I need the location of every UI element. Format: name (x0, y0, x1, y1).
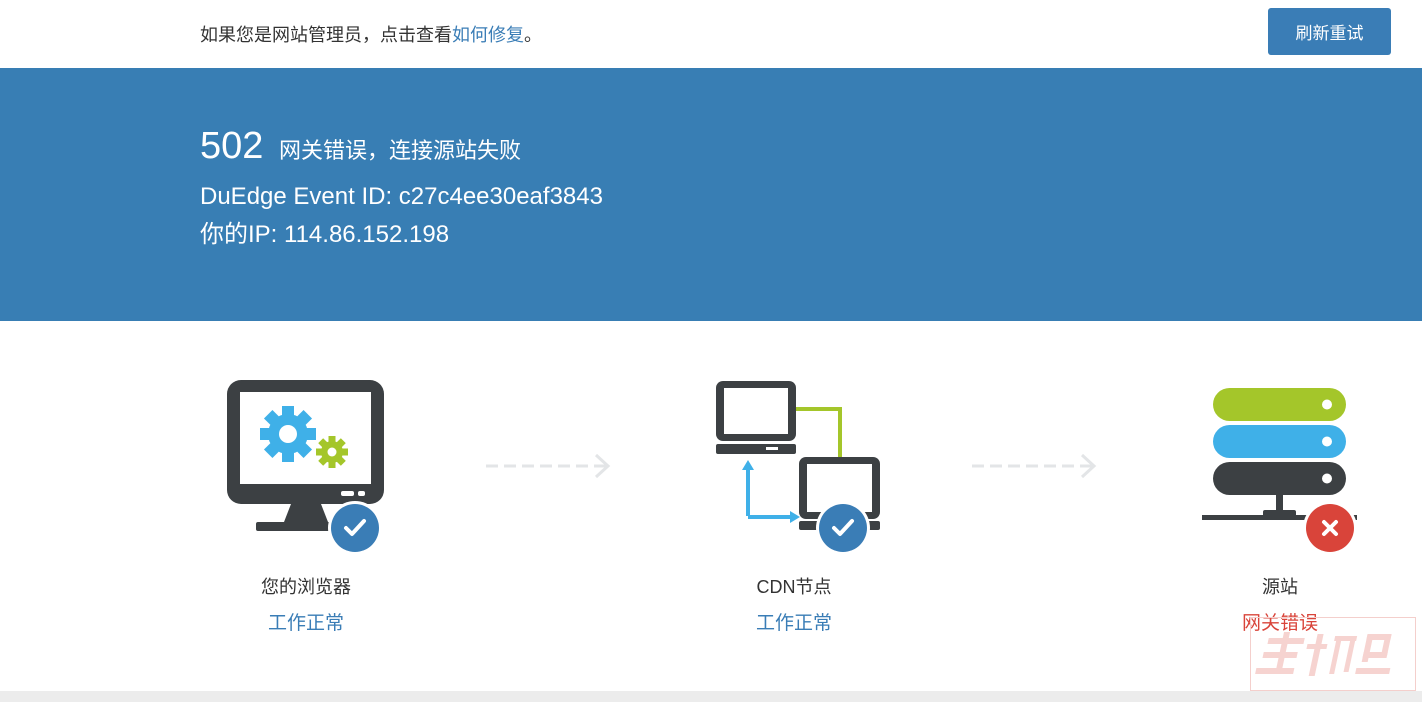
node-browser: 您的浏览器 工作正常 (196, 376, 416, 634)
error-message: 网关错误，连接源站失败 (279, 138, 522, 163)
how-to-fix-link[interactable]: 如何修复 (452, 25, 524, 45)
error-banner: 502 网关错误，连接源站失败 DuEdge Event ID: c27c4ee… (0, 68, 1422, 321)
node-cdn: CDN节点 工作正常 (684, 376, 904, 634)
node-origin: 源站 网关错误 (1170, 376, 1390, 634)
node-status: 工作正常 (267, 613, 344, 634)
cdn-network-icon (684, 376, 904, 561)
admin-notice-text: 如果您是网站管理员，点击查看 (200, 25, 452, 45)
arrow-right-icon (972, 453, 1097, 479)
node-status: 工作正常 (755, 613, 832, 634)
refresh-retry-button[interactable]: 刷新重试 (1268, 8, 1391, 55)
client-ip: 你的IP: 114.86.152.198 (200, 221, 450, 248)
watermark-logo (1250, 617, 1416, 691)
node-label: 您的浏览器 (261, 577, 351, 597)
node-label: CDN节点 (756, 577, 832, 597)
arrow-right-icon (486, 453, 611, 479)
top-bar: 如果您是网站管理员，点击查看如何修复。 刷新重试 (0, 0, 1422, 68)
server-stack-icon (1170, 376, 1390, 561)
admin-notice-suffix: 。 (524, 25, 542, 45)
event-id: DuEdge Event ID: c27c4ee30eaf3843 (200, 183, 603, 210)
admin-notice: 如果您是网站管理员，点击查看如何修复。 (200, 22, 542, 48)
node-label: 源站 (1262, 577, 1298, 597)
monitor-gears-icon (196, 376, 416, 561)
error-code: 502 (200, 125, 264, 167)
footer-strip (0, 691, 1422, 702)
